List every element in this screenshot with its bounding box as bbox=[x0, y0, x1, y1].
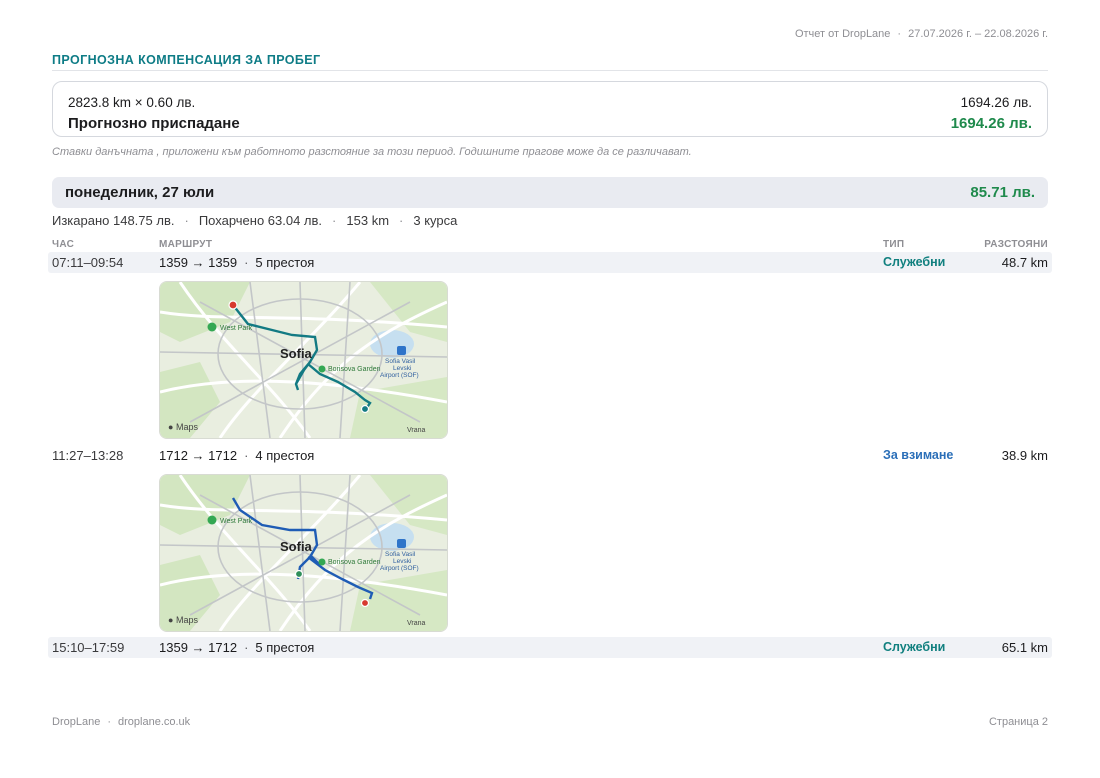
summary-card: 2823.8 km × 0.60 лв. 1694.26 лв. Прогноз… bbox=[52, 81, 1048, 137]
trip-distance: 48.7 km bbox=[1001, 255, 1048, 270]
day-trip-count: 3 курса bbox=[413, 213, 458, 228]
day-header: понеделник, 27 юли 85.71 лв. bbox=[52, 177, 1048, 208]
mileage-formula: 2823.8 km × 0.60 лв. bbox=[68, 95, 196, 110]
garden-label: Borisova Garden bbox=[328, 559, 381, 566]
trip-route: 1359 → 1359 · 5 престоя bbox=[159, 255, 315, 270]
trip-distance: 65.1 km bbox=[1001, 640, 1048, 655]
city-label: Sofia bbox=[280, 346, 313, 361]
day-stats: Изкарано 148.75 лв. · Похарчено 63.04 лв. ·… bbox=[52, 213, 458, 228]
column-header-time: ЧАС bbox=[52, 239, 75, 250]
maps-brand: Maps bbox=[176, 422, 199, 432]
day-earned: Изкарано 148.75 лв. bbox=[52, 213, 175, 228]
day-spent: Похарчено 63.04 лв. bbox=[198, 213, 323, 228]
footer-left: DropLane · droplane.co.uk bbox=[52, 716, 191, 728]
city-label: Sofia bbox=[280, 539, 313, 554]
trip-type: Служебни bbox=[883, 640, 946, 654]
day-total: 85.71 лв. bbox=[970, 184, 1035, 201]
report-label: Отчет от DropLane bbox=[794, 28, 891, 40]
maps-brand: Maps bbox=[176, 615, 199, 625]
trip-type: Служебни bbox=[883, 255, 946, 269]
trip-row: 11:27–13:28 1712 → 1712 · 4 престоя За взи… bbox=[48, 445, 1052, 466]
report-page: Отчет от DropLane · 27.07.2026 г. – 22.08.… bbox=[48, 0, 1052, 778]
column-header-distance: РАЗСТОЯНИ bbox=[984, 239, 1048, 250]
garden-label: Borisova Garden bbox=[328, 366, 381, 373]
airport-label-2: Levski bbox=[393, 365, 411, 372]
trip-distance: 38.9 km bbox=[1001, 448, 1048, 463]
day-distance: 153 km bbox=[346, 213, 390, 228]
deduction-total: 1694.26 лв. bbox=[950, 115, 1032, 132]
report-header: Отчет от DropLane · 27.07.2026 г. – 22.08.… bbox=[794, 28, 1048, 40]
trip-row: 07:11–09:54 1359 → 1359 · 5 престоя Служеб… bbox=[48, 252, 1052, 273]
airport-label-1: Sofia Vasil bbox=[385, 551, 416, 558]
airport-label-3: Airport (SOF) bbox=[380, 565, 419, 572]
mileage-formula-value: 1694.26 лв. bbox=[960, 95, 1032, 110]
page-number: Страница 2 bbox=[988, 716, 1048, 728]
trip-row: 15:10–17:59 1359 → 1712 · 5 престоя Служеб… bbox=[48, 637, 1052, 658]
map-corner-label: Vrana bbox=[407, 427, 426, 434]
trip-time: 07:11–09:54 bbox=[52, 255, 124, 270]
report-period: 27.07.2026 г. – 22.08.2026 г. bbox=[908, 28, 1048, 40]
trip-route-map: West Park Sofia Borisova Garden Sofia Va… bbox=[159, 281, 448, 439]
map-corner-label: Vrana bbox=[407, 620, 426, 627]
park-label: West Park bbox=[220, 325, 253, 332]
trip-route-map: West Park Sofia Borisova Garden Sofia Va… bbox=[159, 474, 448, 632]
maps-logo: ● bbox=[168, 422, 173, 432]
trip-type: За взимане bbox=[883, 448, 954, 462]
trip-time: 15:10–17:59 bbox=[52, 640, 125, 655]
day-title: понеделник, 27 юли bbox=[65, 184, 215, 201]
section-divider bbox=[52, 70, 1048, 71]
airport-label-2: Levski bbox=[393, 558, 411, 565]
column-header-route: МАРШРУТ bbox=[159, 239, 213, 250]
maps-logo: ● bbox=[168, 615, 173, 625]
park-label: West Park bbox=[220, 518, 253, 525]
trip-route: 1359 → 1712 · 5 престоя bbox=[159, 640, 315, 655]
trip-time: 11:27–13:28 bbox=[52, 448, 124, 463]
section-title: ПРОГНОЗНА КОМПЕНСАЦИЯ ЗА ПРОБЕГ bbox=[52, 53, 321, 67]
rates-note: Ставки данъчната , приложени към работно… bbox=[52, 146, 692, 158]
airport-label-3: Airport (SOF) bbox=[380, 372, 419, 379]
footer-url: droplane.co.uk bbox=[118, 716, 191, 728]
trip-route: 1712 → 1712 · 4 престоя bbox=[159, 448, 315, 463]
deduction-label: Прогнозно приспадане bbox=[68, 115, 240, 132]
airport-label-1: Sofia Vasil bbox=[385, 358, 416, 365]
footer-brand: DropLane bbox=[52, 716, 101, 728]
column-header-type: ТИП bbox=[883, 239, 905, 250]
